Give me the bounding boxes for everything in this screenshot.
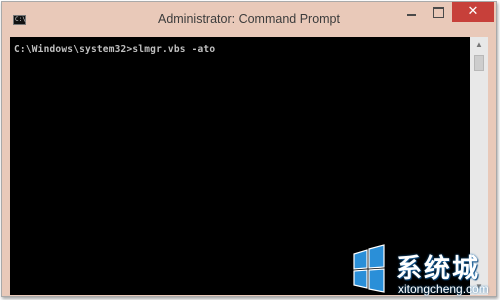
watermark: 系统城 xitongcheng.com — [340, 244, 498, 298]
watermark-url: xitongcheng.com — [398, 282, 489, 296]
scroll-up-button[interactable]: ▲ — [470, 37, 488, 53]
title-bar[interactable]: C:\ Administrator: Command Prompt ✕ — [2, 2, 496, 36]
close-button[interactable]: ✕ — [452, 2, 494, 22]
watermark-brand: 系统城 — [396, 254, 481, 284]
close-icon: ✕ — [467, 4, 479, 19]
console-line: C:\Windows\system32>slmgr.vbs -ato — [14, 44, 216, 55]
minimize-button[interactable] — [398, 2, 424, 22]
scrollbar-thumb[interactable] — [474, 55, 484, 71]
windows-logo-icon — [353, 244, 385, 293]
maximize-button[interactable] — [425, 2, 451, 22]
